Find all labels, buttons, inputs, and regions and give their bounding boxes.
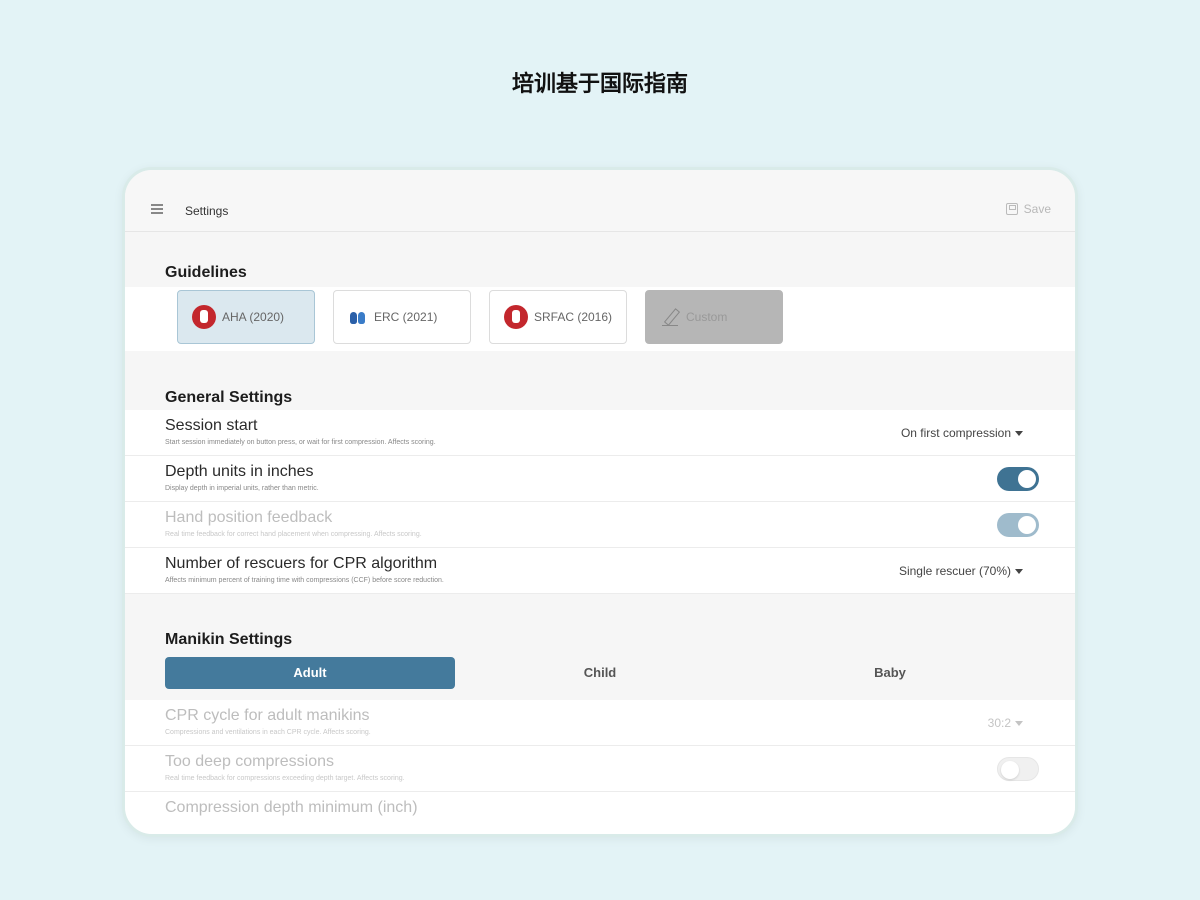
guideline-aha-button[interactable]: AHA (2020): [177, 290, 315, 344]
row-title: Number of rescuers for CPR algorithm: [165, 555, 438, 572]
row-subtitle: Real time feedback for compressions exce…: [165, 775, 405, 782]
too-deep-row: Too deep compressions Real time feedback…: [125, 746, 1075, 792]
general-settings-heading: General Settings: [165, 389, 293, 406]
top-app-bar: Settings Save: [125, 170, 1075, 232]
save-icon: [1005, 203, 1018, 215]
session-start-dropdown[interactable]: On first compression: [901, 426, 1023, 440]
menu-icon[interactable]: [151, 204, 163, 214]
depth-units-row: Depth units in inches Display depth in i…: [125, 456, 1075, 502]
guideline-label: AHA (2020): [222, 310, 285, 324]
row-subtitle: Compressions and ventilations in each CP…: [165, 729, 371, 736]
save-button[interactable]: Save: [1005, 202, 1051, 216]
guideline-label: SRFAC (2016): [534, 310, 613, 324]
guideline-erc-button[interactable]: ERC (2021): [333, 290, 471, 344]
row-title: Too deep compressions: [165, 753, 334, 770]
tablet-frame: Settings Save Guidelines AHA (2020) ERC …: [122, 167, 1078, 837]
guideline-custom-button[interactable]: Custom: [645, 290, 783, 344]
aha-logo-icon: [192, 305, 216, 329]
row-title: CPR cycle for adult manikins: [165, 707, 370, 724]
row-title: Hand position feedback: [165, 509, 333, 526]
session-start-row[interactable]: Session start Start session immediately …: [125, 410, 1075, 456]
depth-units-toggle[interactable]: [997, 467, 1039, 491]
guideline-label: ERC (2021): [374, 310, 438, 324]
erc-lung-icon: [348, 307, 368, 327]
caret-down-icon: [1015, 569, 1023, 575]
row-title: Compression depth minimum (inch): [165, 799, 418, 816]
row-subtitle: Affects minimum percent of training time…: [165, 577, 444, 584]
guidelines-heading: Guidelines: [165, 264, 247, 281]
pencil-icon: [662, 308, 680, 326]
caret-down-icon: [1015, 431, 1023, 437]
srfac-logo-icon: [504, 305, 528, 329]
row-title: Session start: [165, 417, 258, 434]
row-subtitle: Real time feedback for correct hand plac…: [165, 531, 422, 538]
tab-baby[interactable]: Baby: [745, 657, 1035, 689]
depth-minimum-row[interactable]: Compression depth minimum (inch): [125, 792, 1075, 834]
tab-child[interactable]: Child: [455, 657, 745, 689]
cpr-cycle-dropdown[interactable]: 30:2: [988, 716, 1023, 730]
page-title: Settings: [185, 204, 229, 218]
row-subtitle: Start session immediately on button pres…: [165, 439, 436, 446]
manikin-settings-heading: Manikin Settings: [165, 631, 293, 648]
hand-position-toggle[interactable]: [997, 513, 1039, 537]
guideline-label: Custom: [686, 310, 728, 324]
guideline-srfac-button[interactable]: SRFAC (2016): [489, 290, 627, 344]
cpr-cycle-row[interactable]: CPR cycle for adult manikins Compression…: [125, 700, 1075, 746]
banner-title: 培训基于国际指南: [511, 72, 688, 97]
too-deep-toggle[interactable]: [997, 757, 1039, 781]
caret-down-icon: [1015, 721, 1023, 727]
row-subtitle: Display depth in imperial units, rather …: [165, 485, 319, 492]
rescuers-row[interactable]: Number of rescuers for CPR algorithm Aff…: [125, 548, 1075, 594]
save-label: Save: [1023, 202, 1051, 216]
rescuers-dropdown[interactable]: Single rescuer (70%): [899, 564, 1023, 578]
tab-adult[interactable]: Adult: [165, 657, 455, 689]
row-title: Depth units in inches: [165, 463, 314, 480]
hand-position-row: Hand position feedback Real time feedbac…: [125, 502, 1075, 548]
